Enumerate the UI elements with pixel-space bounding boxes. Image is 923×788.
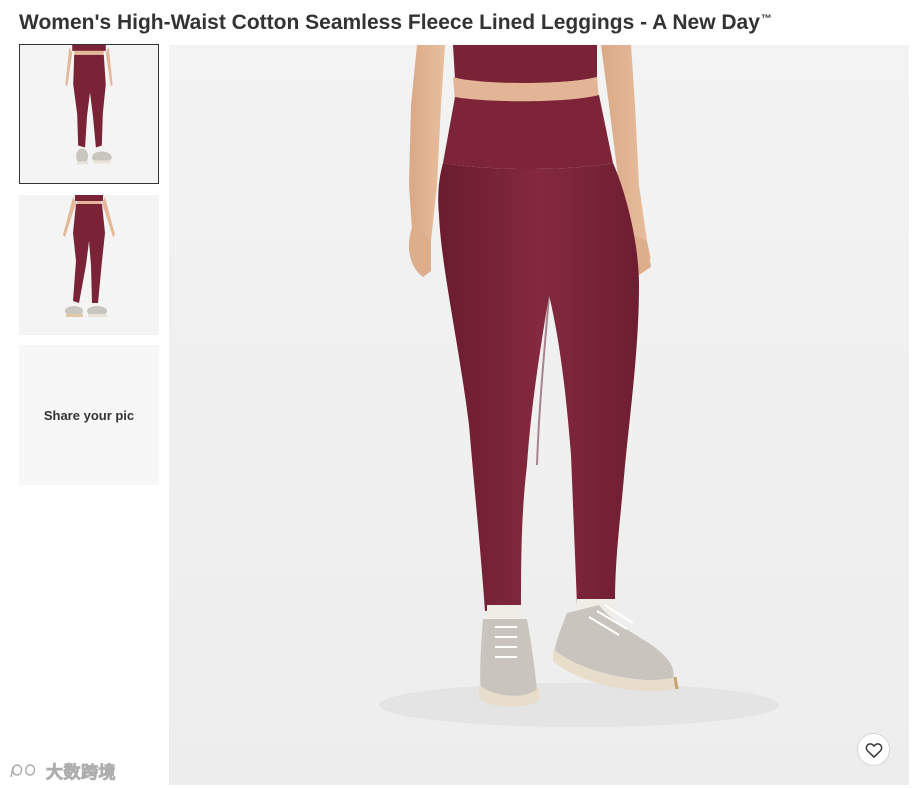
thumbnail-front[interactable] [19,44,159,184]
favorite-button[interactable] [857,733,890,766]
watermark-logo-icon [10,763,36,777]
product-title: Women's High-Waist Cotton Seamless Fleec… [19,5,909,37]
thumbnail-front-image [20,45,158,183]
watermark: 大数跨境 [8,758,116,783]
hero-product-illustration [169,45,909,785]
heart-outline-icon [865,742,882,758]
watermark-text: 大数跨境 [46,763,116,784]
share-your-pic-label: Share your pic [43,407,135,423]
hero-product-image[interactable] [169,45,909,785]
thumbnail-back[interactable] [19,195,159,335]
product-title-text: Women's High-Waist Cotton Seamless Fleec… [19,11,760,34]
trademark-symbol: ™ [760,13,772,25]
thumbnail-back-image [19,195,159,335]
share-your-pic-tile[interactable]: Share your pic [19,345,159,485]
